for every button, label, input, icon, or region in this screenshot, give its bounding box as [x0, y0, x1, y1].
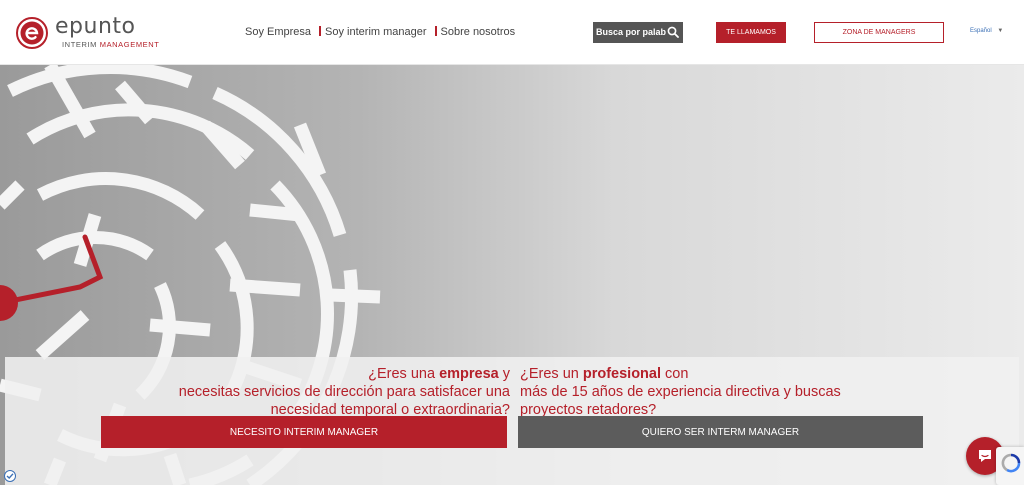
- company-question-suffix: y: [498, 366, 510, 382]
- hero-section: ¿Eres una empresa y necesitas servicios …: [0, 65, 1024, 485]
- language-label: Español: [970, 28, 992, 34]
- language-selector[interactable]: Español ▼: [970, 28, 1003, 34]
- logo-tagline-right: MANAGEMENT: [99, 40, 160, 49]
- company-question: ¿Eres una empresa y necesitas servicios …: [125, 365, 510, 419]
- recaptcha-icon: [1001, 453, 1021, 473]
- need-interim-manager-button[interactable]: NECESITO INTERIM MANAGER: [101, 416, 507, 448]
- search-input[interactable]: Busca por palabras clave: [596, 27, 666, 37]
- recaptcha-badge[interactable]: [996, 447, 1024, 485]
- site-header: epunto INTERIM MANAGEMENT Soy Empresa Soy…: [0, 0, 1024, 65]
- logo[interactable]: epunto INTERIM MANAGEMENT: [16, 14, 159, 54]
- chevron-down-icon: ▼: [997, 28, 1004, 34]
- nav-sobre-nosotros[interactable]: Sobre nosotros: [441, 26, 516, 38]
- logo-e-icon: [16, 17, 48, 49]
- company-question-strong: empresa: [439, 366, 499, 382]
- search-box: Busca por palabras clave: [593, 22, 683, 43]
- cookie-settings-badge[interactable]: [4, 470, 16, 482]
- professional-question: ¿Eres un profesional con más de 15 años …: [520, 365, 920, 419]
- become-interim-manager-button[interactable]: QUIERO SER INTERM MANAGER: [518, 416, 923, 448]
- professional-question-line1: ¿Eres un profesional con: [520, 365, 920, 383]
- search-icon[interactable]: [667, 26, 679, 38]
- company-question-line1: ¿Eres una empresa y: [125, 365, 510, 383]
- professional-question-strong: profesional: [582, 366, 662, 382]
- nav-separator: [319, 26, 322, 36]
- logo-tagline-left: INTERIM: [62, 40, 98, 49]
- chat-icon: [979, 450, 991, 462]
- professional-question-prefix: ¿Eres un: [520, 366, 583, 382]
- logo-tagline: INTERIM MANAGEMENT: [62, 40, 159, 49]
- company-question-line2: necesitas servicios de dirección para sa…: [178, 384, 510, 400]
- cookie-check-icon: [6, 473, 14, 479]
- company-question-prefix: ¿Eres una: [368, 366, 440, 382]
- logo-wordmark: epunto: [55, 14, 136, 39]
- nav-soy-interim-manager[interactable]: Soy interim manager: [325, 26, 427, 38]
- professional-question-suffix: con: [661, 366, 689, 382]
- nav-soy-empresa[interactable]: Soy Empresa: [245, 26, 311, 38]
- nav-separator: [434, 26, 437, 36]
- professional-question-line2: más de 15 años de experiencia directiva …: [520, 384, 841, 400]
- call-us-button[interactable]: TE LLAMAMOS: [716, 22, 786, 43]
- main-nav: Soy Empresa Soy interim manager Sobre noso…: [245, 26, 515, 38]
- intro-panel: ¿Eres una empresa y necesitas servicios …: [5, 357, 1019, 485]
- managers-zone-button[interactable]: ZONA DE MANAGERS: [814, 22, 944, 43]
